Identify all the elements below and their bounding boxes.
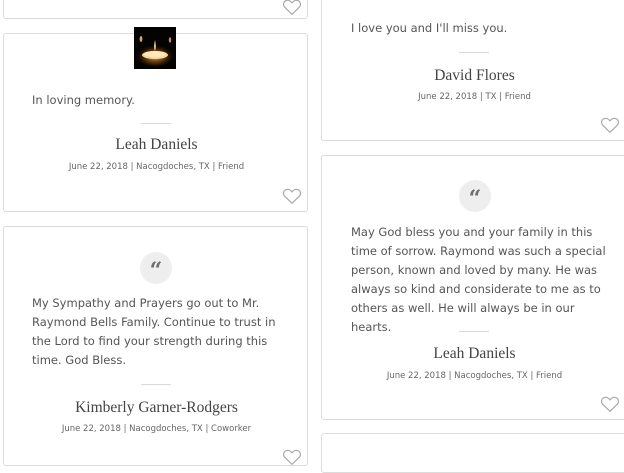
heart-icon[interactable] [282, 448, 302, 466]
author-name: Leah Daniels [433, 345, 516, 362]
condolence-card-partial [3, 0, 308, 19]
author-meta: June 22, 2018 | Nacogdoches, TX | Friend [68, 162, 245, 172]
divider [459, 331, 489, 332]
condolence-message: In loving memory. [32, 93, 135, 107]
heart-icon[interactable] [600, 116, 620, 134]
author-name: Kimberly Garner-Rodgers [75, 399, 238, 416]
author-meta: June 22, 2018 | Nacogdoches, TX | Cowork… [61, 424, 252, 434]
condolence-card: “ My Sympathy and Prayers go out to Mr. … [3, 226, 308, 466]
condolence-message: May God bless you and your family in thi… [351, 225, 606, 334]
author-meta: June 22, 2018 | Nacogdoches, TX | Friend [386, 371, 563, 381]
condolence-message: I love you and I'll miss you. [351, 21, 508, 35]
author-name: Leah Daniels [115, 136, 198, 153]
divider [141, 123, 171, 124]
condolence-card-partial [321, 433, 624, 473]
divider [459, 52, 489, 53]
condolence-message: My Sympathy and Prayers go out to Mr. Ra… [32, 296, 276, 367]
heart-icon[interactable] [600, 395, 620, 413]
author-name: David Flores [434, 67, 515, 84]
author-meta: June 22, 2018 | TX | Friend [418, 92, 531, 102]
heart-icon[interactable] [282, 0, 302, 16]
candle-photo [134, 27, 176, 69]
quote-icon: “ [459, 180, 491, 212]
divider [141, 384, 171, 385]
condolence-card: I love you and I'll miss you. David Flor… [321, 0, 624, 141]
heart-icon[interactable] [282, 187, 302, 205]
condolence-card: “ May God bless you and your family in t… [321, 155, 624, 420]
quote-icon: “ [140, 252, 172, 284]
